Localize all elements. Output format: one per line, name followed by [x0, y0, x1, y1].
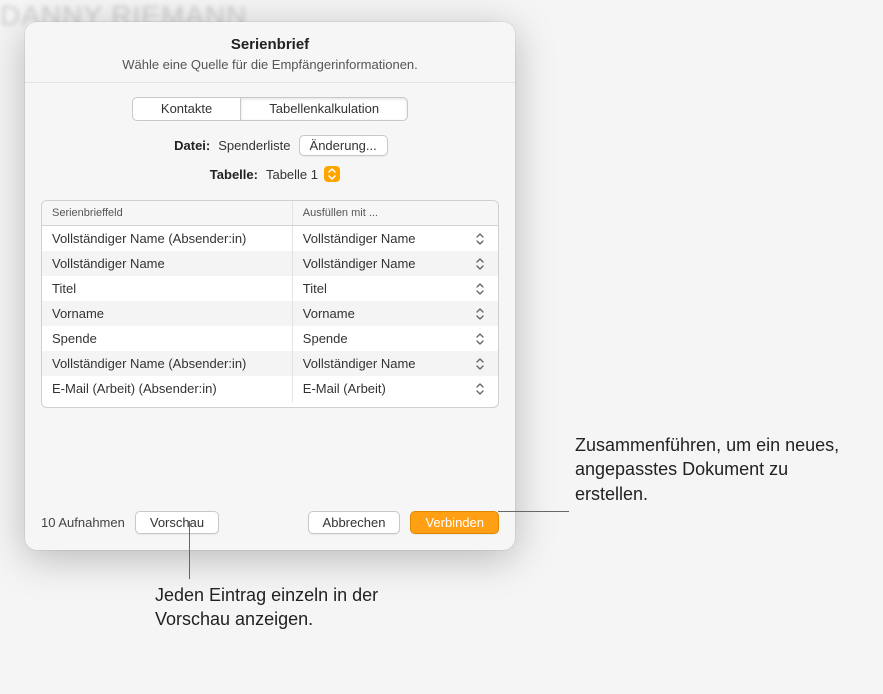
merge-button[interactable]: Verbinden — [410, 511, 499, 534]
field-name-cell: Titel — [42, 275, 293, 302]
field-name-cell: E-Mail (Arbeit) (Absender:in) — [42, 375, 293, 402]
fill-with-cell[interactable]: Titel — [293, 275, 498, 302]
table-label: Tabelle: — [200, 167, 258, 182]
callout-line-bottom — [189, 521, 190, 579]
segment-spreadsheet[interactable]: Tabellenkalkulation — [240, 97, 408, 121]
callout-preview: Jeden Eintrag einzeln in der Vorschau an… — [155, 583, 395, 632]
table-select-value: Tabelle 1 — [266, 167, 318, 182]
updown-arrows-icon — [476, 383, 488, 395]
segment-contacts[interactable]: Kontakte — [132, 97, 240, 121]
dialog-title: Serienbrief — [45, 36, 495, 53]
file-label: Datei: — [152, 138, 210, 153]
table-row[interactable]: Vollständiger Name (Absender:in)Vollstän… — [42, 226, 498, 251]
updown-arrows-icon — [476, 333, 488, 345]
table-row[interactable]: Vollständiger Name (Absender:in)Vollstän… — [42, 351, 498, 376]
dialog-body: Kontakte Tabellenkalkulation Datei: Spen… — [25, 83, 515, 497]
table-body[interactable]: Vollständiger Name (Absender:in)Vollstän… — [42, 226, 498, 407]
dialog-subtitle: Wähle eine Quelle für die Empfängerinfor… — [45, 57, 495, 72]
table-row[interactable]: E-Mail (Arbeit) (Absender:in)E-Mail (Arb… — [42, 376, 498, 401]
col-header-fill[interactable]: Ausfüllen mit ... — [293, 201, 498, 225]
cancel-button[interactable]: Abbrechen — [308, 511, 401, 534]
mail-merge-dialog: Serienbrief Wähle eine Quelle für die Em… — [25, 22, 515, 550]
updown-arrows-icon — [324, 166, 340, 182]
updown-arrows-icon — [476, 358, 488, 370]
updown-arrows-icon — [476, 308, 488, 320]
record-count: 10 Aufnahmen — [41, 515, 125, 530]
callout-line-right — [498, 511, 569, 512]
field-name-cell: Vollständiger Name (Absender:in) — [42, 350, 293, 377]
col-header-field[interactable]: Serienbrieffeld — [42, 201, 293, 225]
dialog-header: Serienbrief Wähle eine Quelle für die Em… — [25, 22, 515, 83]
updown-arrows-icon — [476, 233, 488, 245]
file-value: Spenderliste — [218, 138, 290, 153]
fill-with-cell[interactable]: Vollständiger Name — [293, 350, 498, 377]
file-row: Datei: Spenderliste Änderung... — [41, 135, 499, 156]
table-row: Tabelle: Tabelle 1 — [41, 166, 499, 182]
callout-merge: Zusammenführen, um ein neues, angepasste… — [575, 433, 865, 506]
updown-arrows-icon — [476, 258, 488, 270]
table-row[interactable]: SpendeSpende — [42, 326, 498, 351]
field-mapping-table: Serienbrieffeld Ausfüllen mit ... Vollst… — [41, 200, 499, 408]
fill-with-cell[interactable]: Spende — [293, 325, 498, 352]
fill-with-cell[interactable]: Vollständiger Name — [293, 226, 498, 252]
table-header: Serienbrieffeld Ausfüllen mit ... — [42, 201, 498, 226]
table-row[interactable]: TitelTitel — [42, 276, 498, 301]
field-name-cell: Vollständiger Name — [42, 250, 293, 277]
field-name-cell: Vorname — [42, 300, 293, 327]
source-segmented-control: Kontakte Tabellenkalkulation — [41, 97, 499, 121]
preview-button[interactable]: Vorschau — [135, 511, 219, 534]
table-row[interactable]: Vollständiger NameVollständiger Name — [42, 251, 498, 276]
dialog-footer: 10 Aufnahmen Vorschau Abbrechen Verbinde… — [25, 497, 515, 550]
change-file-button[interactable]: Änderung... — [299, 135, 388, 156]
field-name-cell: Spende — [42, 325, 293, 352]
table-select-popup[interactable]: Tabelle 1 — [266, 166, 340, 182]
table-row[interactable]: VornameVorname — [42, 301, 498, 326]
fill-with-cell[interactable]: E-Mail (Arbeit) — [293, 375, 498, 402]
fill-with-cell[interactable]: Vorname — [293, 300, 498, 327]
updown-arrows-icon — [476, 283, 488, 295]
field-name-cell: Vollständiger Name (Absender:in) — [42, 226, 293, 252]
fill-with-cell[interactable]: Vollständiger Name — [293, 250, 498, 277]
